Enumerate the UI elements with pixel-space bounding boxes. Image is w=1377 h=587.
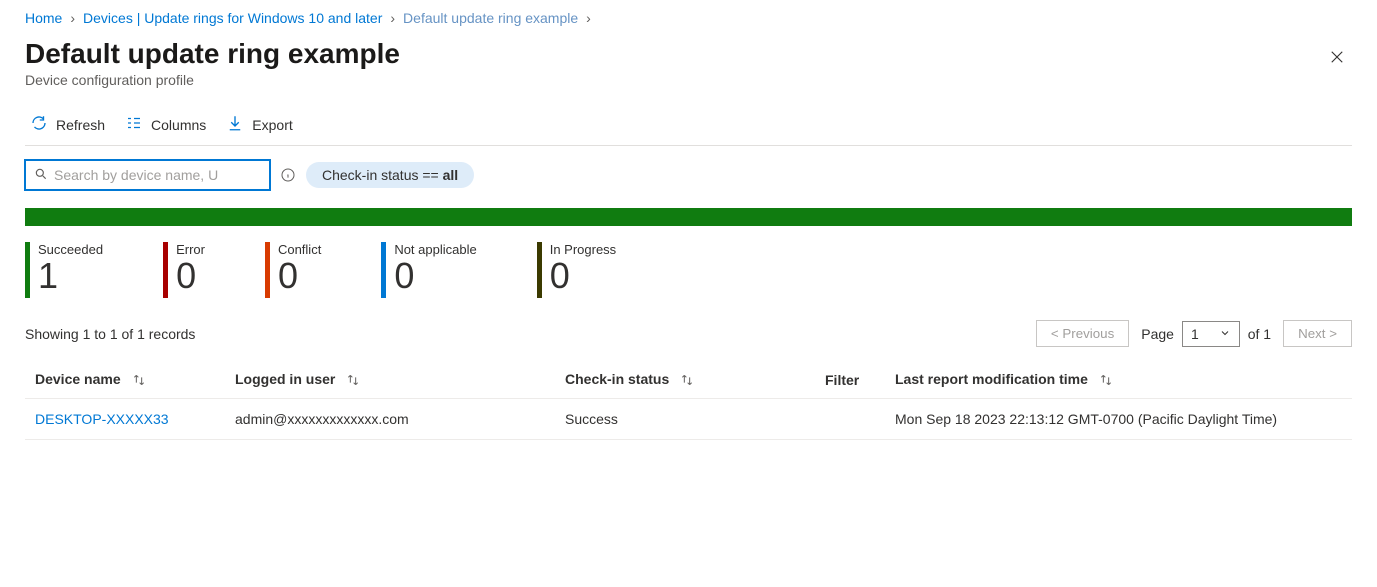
cell-logged-in-user: admin@xxxxxxxxxxxxx.com (225, 399, 555, 440)
col-last-report-time[interactable]: Last report modification time (885, 361, 1352, 399)
columns-icon (125, 114, 143, 135)
search-box[interactable] (25, 160, 270, 190)
status-card-not-applicable[interactable]: Not applicable 0 (381, 242, 476, 298)
search-icon (34, 167, 48, 184)
filter-chip-label: Check-in status == (322, 167, 443, 183)
close-button[interactable] (1322, 42, 1352, 75)
results-table: Device name Logged in user Check-in stat… (25, 361, 1352, 440)
status-card-error[interactable]: Error 0 (163, 242, 205, 298)
col-checkin-status-label: Check-in status (565, 371, 669, 387)
refresh-label: Refresh (56, 117, 105, 133)
export-label: Export (252, 117, 292, 133)
page-subtitle: Device configuration profile (25, 72, 400, 88)
status-card-succeeded[interactable]: Succeeded 1 (25, 242, 103, 298)
cell-device-name[interactable]: DESKTOP-XXXXX33 (25, 399, 225, 440)
chevron-down-icon (1219, 326, 1231, 342)
close-icon (1328, 53, 1346, 69)
status-bar-icon (265, 242, 270, 298)
status-card-in-progress[interactable]: In Progress 0 (537, 242, 616, 298)
breadcrumb-devices[interactable]: Devices | Update rings for Windows 10 an… (83, 10, 382, 26)
sort-icon (131, 371, 147, 387)
sort-icon (1098, 371, 1114, 387)
sort-icon (345, 371, 361, 387)
col-last-report-time-label: Last report modification time (895, 371, 1088, 387)
breadcrumb: Home › Devices | Update rings for Window… (25, 10, 1352, 26)
col-filter[interactable]: Filter (815, 361, 885, 399)
pager: < Previous Page 1 of 1 Next > (1036, 320, 1352, 347)
col-device-name-label: Device name (35, 371, 121, 387)
chevron-right-icon: › (390, 10, 395, 26)
info-icon[interactable] (280, 167, 296, 183)
export-icon (226, 114, 244, 135)
chevron-right-icon: › (586, 10, 591, 26)
status-bar-icon (537, 242, 542, 298)
next-button[interactable]: Next > (1283, 320, 1352, 347)
status-value: 0 (176, 257, 205, 295)
status-value: 0 (550, 257, 616, 295)
page-label: Page (1141, 326, 1174, 342)
breadcrumb-current[interactable]: Default update ring example (403, 10, 578, 26)
status-value: 0 (394, 257, 476, 295)
col-device-name[interactable]: Device name (25, 361, 225, 399)
chevron-right-icon: › (70, 10, 75, 26)
cell-last-report-time: Mon Sep 18 2023 22:13:12 GMT-0700 (Pacif… (885, 399, 1352, 440)
filter-chip-checkin-status[interactable]: Check-in status == all (306, 162, 474, 188)
col-logged-in-user-label: Logged in user (235, 371, 335, 387)
toolbar: Refresh Columns Export (25, 108, 1352, 146)
columns-label: Columns (151, 117, 206, 133)
col-checkin-status[interactable]: Check-in status (555, 361, 815, 399)
columns-button[interactable]: Columns (125, 114, 206, 135)
sort-icon (679, 371, 695, 387)
cell-checkin-status: Success (555, 399, 815, 440)
export-button[interactable]: Export (226, 114, 292, 135)
status-value: 0 (278, 257, 321, 295)
breadcrumb-home[interactable]: Home (25, 10, 62, 26)
col-filter-label: Filter (825, 372, 859, 388)
status-summary-row: Succeeded 1 Error 0 Conflict 0 Not appli… (25, 242, 1352, 298)
page-title: Default update ring example (25, 38, 400, 70)
status-progress-bar (25, 208, 1352, 226)
refresh-icon (30, 114, 48, 135)
cell-filter (815, 399, 885, 440)
col-logged-in-user[interactable]: Logged in user (225, 361, 555, 399)
status-value: 1 (38, 257, 103, 295)
table-row: DESKTOP-XXXXX33 admin@xxxxxxxxxxxxx.com … (25, 399, 1352, 440)
status-card-conflict[interactable]: Conflict 0 (265, 242, 321, 298)
page-select[interactable]: 1 (1182, 321, 1240, 347)
page-number: 1 (1191, 326, 1199, 342)
records-summary: Showing 1 to 1 of 1 records (25, 326, 195, 342)
status-bar-icon (163, 242, 168, 298)
refresh-button[interactable]: Refresh (30, 114, 105, 135)
status-bar-icon (25, 242, 30, 298)
page-of-text: of 1 (1248, 326, 1271, 342)
previous-button[interactable]: < Previous (1036, 320, 1129, 347)
search-input[interactable] (48, 167, 261, 183)
status-bar-icon (381, 242, 386, 298)
filter-chip-value: all (443, 167, 459, 183)
